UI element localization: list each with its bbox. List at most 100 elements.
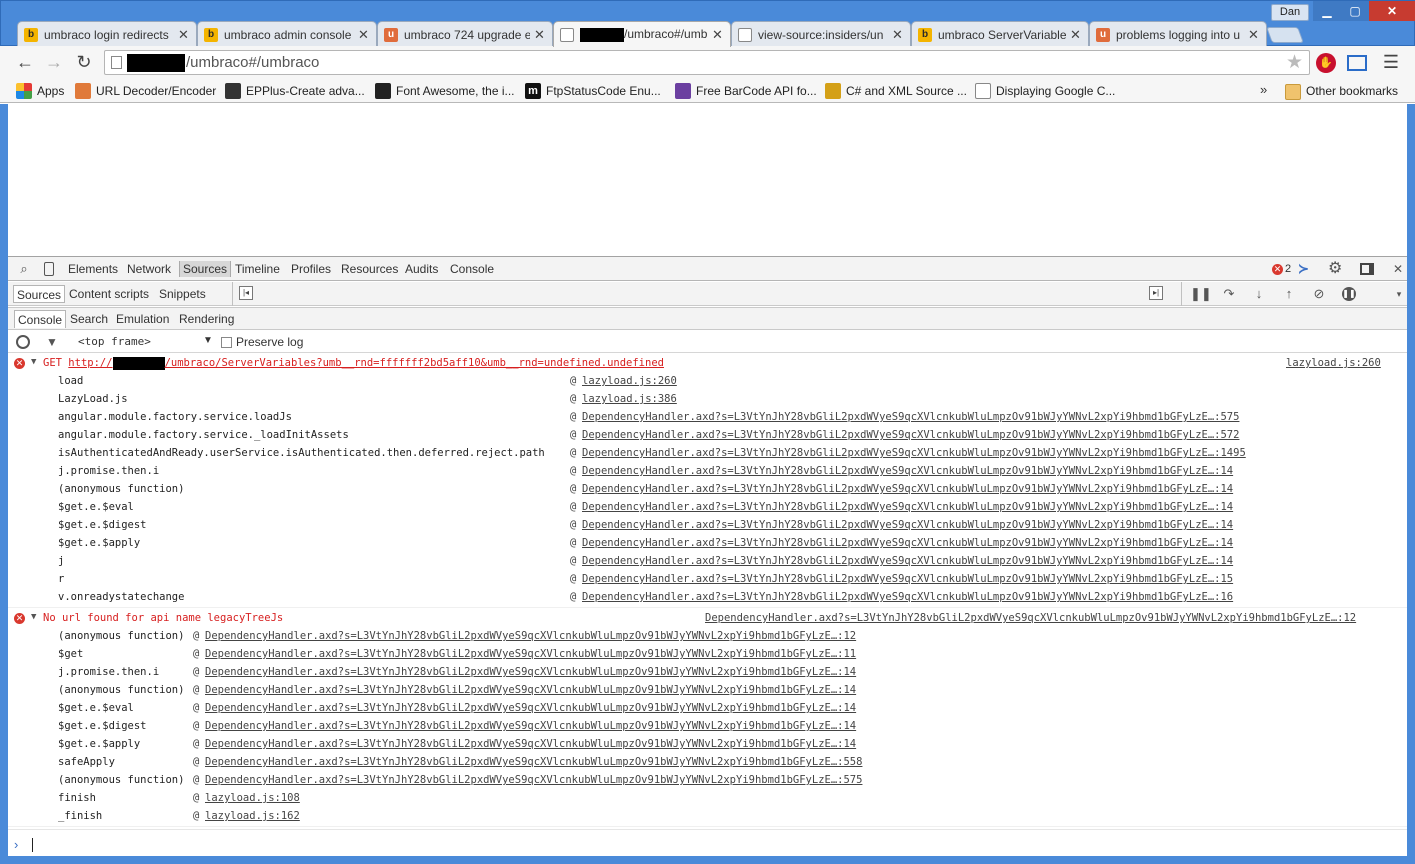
stack-frame-source-link[interactable]: DependencyHandler.axd?s=L3VtYnJhY28vbGli… — [205, 735, 856, 753]
stack-frame-source-link[interactable]: DependencyHandler.axd?s=L3VtYnJhY28vbGli… — [205, 627, 856, 645]
stack-frame-source-link[interactable]: DependencyHandler.axd?s=L3VtYnJhY28vbGli… — [205, 753, 862, 771]
error-source-link[interactable]: DependencyHandler.axd?s=L3VtYnJhY28vbGli… — [705, 609, 1356, 627]
device-mode-icon[interactable] — [44, 262, 54, 276]
chevron-down-icon[interactable]: ▼ — [203, 335, 213, 346]
window-close-button[interactable]: ✕ — [1369, 1, 1415, 21]
bookmark-item[interactable]: Free BarCode API fo... — [675, 82, 817, 100]
pause-on-exceptions-icon[interactable]: ❚❚ — [1342, 287, 1356, 301]
tab-close-icon[interactable]: ✕ — [534, 27, 546, 43]
stack-frame-source-link[interactable]: DependencyHandler.axd?s=L3VtYnJhY28vbGli… — [205, 645, 856, 663]
stack-frame-source-link[interactable]: DependencyHandler.axd?s=L3VtYnJhY28vbGli… — [582, 426, 1239, 444]
error-source-link[interactable]: lazyload.js:260 — [1286, 354, 1381, 372]
preserve-log-checkbox[interactable] — [221, 337, 232, 348]
browser-tab[interactable]: umbraco login redirects ✕ — [17, 21, 197, 47]
tab-console[interactable]: Console — [450, 261, 494, 277]
tab-sources[interactable]: Sources — [179, 261, 232, 277]
bookmark-item[interactable]: Displaying Google C... — [975, 82, 1115, 100]
stack-frame-source-link[interactable]: DependencyHandler.axd?s=L3VtYnJhY28vbGli… — [582, 588, 1233, 606]
stack-frame-source-link[interactable]: DependencyHandler.axd?s=L3VtYnJhY28vbGli… — [582, 570, 1233, 588]
browser-tab-active[interactable]: /umbraco#/umb ✕ — [553, 21, 731, 47]
gear-icon[interactable]: ⚙ — [1328, 261, 1342, 277]
stack-frame-source-link[interactable]: DependencyHandler.axd?s=L3VtYnJhY28vbGli… — [582, 462, 1233, 480]
browser-tab[interactable]: umbraco 724 upgrade e ✕ — [377, 21, 553, 47]
subtab-snippets[interactable]: Snippets — [159, 285, 206, 303]
expand-triangle-icon[interactable]: ▼ — [31, 612, 36, 622]
toggle-debugger-icon[interactable]: ▸| — [1149, 286, 1163, 300]
tab-close-icon[interactable]: ✕ — [1248, 27, 1260, 43]
pause-icon[interactable]: ❚❚ — [1190, 285, 1212, 303]
stack-frame-source-link[interactable]: DependencyHandler.axd?s=L3VtYnJhY28vbGli… — [205, 699, 856, 717]
stack-frame-source-link[interactable]: lazyload.js:260 — [582, 372, 677, 390]
subtab-sources[interactable]: Sources — [13, 285, 66, 303]
maximize-button[interactable]: ▢ — [1341, 1, 1369, 21]
tab-close-icon[interactable]: ✕ — [358, 27, 370, 43]
browser-tab[interactable]: view-source:insiders/un ✕ — [731, 21, 911, 47]
browser-tab[interactable]: umbraco ServerVariable ✕ — [911, 21, 1089, 47]
user-profile-button[interactable]: Dan — [1271, 4, 1309, 21]
tab-profiles[interactable]: Profiles — [291, 261, 331, 277]
bookmark-item[interactable]: URL Decoder/Encoder — [75, 82, 216, 100]
stack-frame-source-link[interactable]: DependencyHandler.axd?s=L3VtYnJhY28vbGli… — [582, 444, 1246, 462]
stack-frame-source-link[interactable]: DependencyHandler.axd?s=L3VtYnJhY28vbGli… — [205, 681, 856, 699]
bookmark-item[interactable]: EPPlus-Create adva... — [225, 82, 365, 100]
cast-extension-icon[interactable] — [1347, 55, 1367, 71]
tab-close-icon[interactable]: ✕ — [892, 27, 904, 43]
bookmark-star-icon[interactable]: ★ — [1286, 52, 1303, 74]
tab-close-icon[interactable]: ✕ — [712, 27, 724, 43]
address-bar[interactable]: /umbraco#/umbraco ★ — [104, 50, 1310, 75]
dock-side-icon[interactable] — [1360, 263, 1374, 275]
reload-icon[interactable]: ↻ — [73, 51, 95, 73]
browser-tab[interactable]: umbraco admin console ✕ — [197, 21, 377, 47]
request-url[interactable]: http:// /umbraco/ServerVariables?umb__rnd… — [68, 356, 664, 370]
browser-tab[interactable]: problems logging into u ✕ — [1089, 21, 1267, 47]
stack-frame-source-link[interactable]: DependencyHandler.axd?s=L3VtYnJhY28vbGli… — [582, 534, 1233, 552]
console-input[interactable] — [32, 838, 33, 852]
expand-triangle-icon[interactable]: ▼ — [31, 357, 36, 367]
tab-elements[interactable]: Elements — [68, 261, 118, 277]
forward-arrow-icon[interactable]: → — [43, 51, 65, 73]
stack-frame-source-link[interactable]: DependencyHandler.axd?s=L3VtYnJhY28vbGli… — [582, 408, 1239, 426]
deactivate-breakpoints-icon[interactable]: ⊘ — [1310, 285, 1328, 303]
tab-audits[interactable]: Audits — [405, 261, 438, 277]
tab-network[interactable]: Network — [127, 261, 171, 277]
bookmark-item[interactable]: m FtpStatusCode Enu... — [525, 82, 661, 100]
adblock-extension-icon[interactable]: ✋ — [1316, 53, 1336, 73]
drawer-tab-emulation[interactable]: Emulation — [116, 310, 169, 328]
stack-frame-source-link[interactable]: lazyload.js:162 — [205, 807, 300, 825]
toggle-navigator-icon[interactable]: |◂ — [239, 286, 253, 300]
stack-frame-source-link[interactable]: DependencyHandler.axd?s=L3VtYnJhY28vbGli… — [582, 480, 1233, 498]
new-tab-button[interactable] — [1266, 27, 1304, 43]
tab-close-icon[interactable]: ✕ — [178, 27, 190, 43]
stack-frame-source-link[interactable]: DependencyHandler.axd?s=L3VtYnJhY28vbGli… — [205, 663, 856, 681]
filter-icon[interactable]: ▼ — [46, 334, 58, 350]
frame-selector[interactable]: <top frame> — [78, 335, 151, 349]
menu-icon[interactable]: ☰ — [1380, 52, 1402, 74]
stack-frame-source-link[interactable]: DependencyHandler.axd?s=L3VtYnJhY28vbGli… — [582, 498, 1233, 516]
error-count-badge[interactable]: ✕ 2 — [1272, 261, 1291, 277]
other-bookmarks[interactable]: Other bookmarks — [1285, 82, 1398, 100]
bookmark-item[interactable]: Font Awesome, the i... — [375, 82, 515, 100]
tab-resources[interactable]: Resources — [341, 261, 398, 277]
close-devtools-icon[interactable]: ✕ — [1393, 261, 1403, 277]
clear-console-icon[interactable] — [16, 335, 30, 349]
show-drawer-icon[interactable]: ≻ — [1298, 261, 1309, 277]
bookmark-apps[interactable]: Apps — [16, 82, 64, 100]
tab-timeline[interactable]: Timeline — [235, 261, 280, 277]
more-chevron-icon[interactable]: ▾ — [1390, 285, 1408, 303]
step-out-icon[interactable]: ↑ — [1280, 285, 1298, 303]
stack-frame-source-link[interactable]: DependencyHandler.axd?s=L3VtYnJhY28vbGli… — [205, 717, 856, 735]
inspect-search-icon[interactable]: ⌕ — [16, 261, 32, 277]
drawer-tab-rendering[interactable]: Rendering — [179, 310, 234, 328]
bookmarks-overflow-chevron[interactable]: » — [1260, 82, 1267, 97]
tab-close-icon[interactable]: ✕ — [1070, 27, 1082, 43]
stack-frame-source-link[interactable]: DependencyHandler.axd?s=L3VtYnJhY28vbGli… — [582, 552, 1233, 570]
stack-frame-source-link[interactable]: lazyload.js:386 — [582, 390, 677, 408]
drawer-tab-console[interactable]: Console — [14, 310, 67, 328]
step-into-icon[interactable]: ↓ — [1250, 285, 1268, 303]
back-arrow-icon[interactable]: ← — [14, 51, 36, 73]
drawer-tab-search[interactable]: Search — [70, 310, 108, 328]
stack-frame-source-link[interactable]: DependencyHandler.axd?s=L3VtYnJhY28vbGli… — [205, 771, 862, 789]
minimize-button[interactable]: ▁ — [1313, 1, 1341, 21]
subtab-content-scripts[interactable]: Content scripts — [69, 285, 149, 303]
stack-frame-source-link[interactable]: lazyload.js:108 — [205, 789, 300, 807]
